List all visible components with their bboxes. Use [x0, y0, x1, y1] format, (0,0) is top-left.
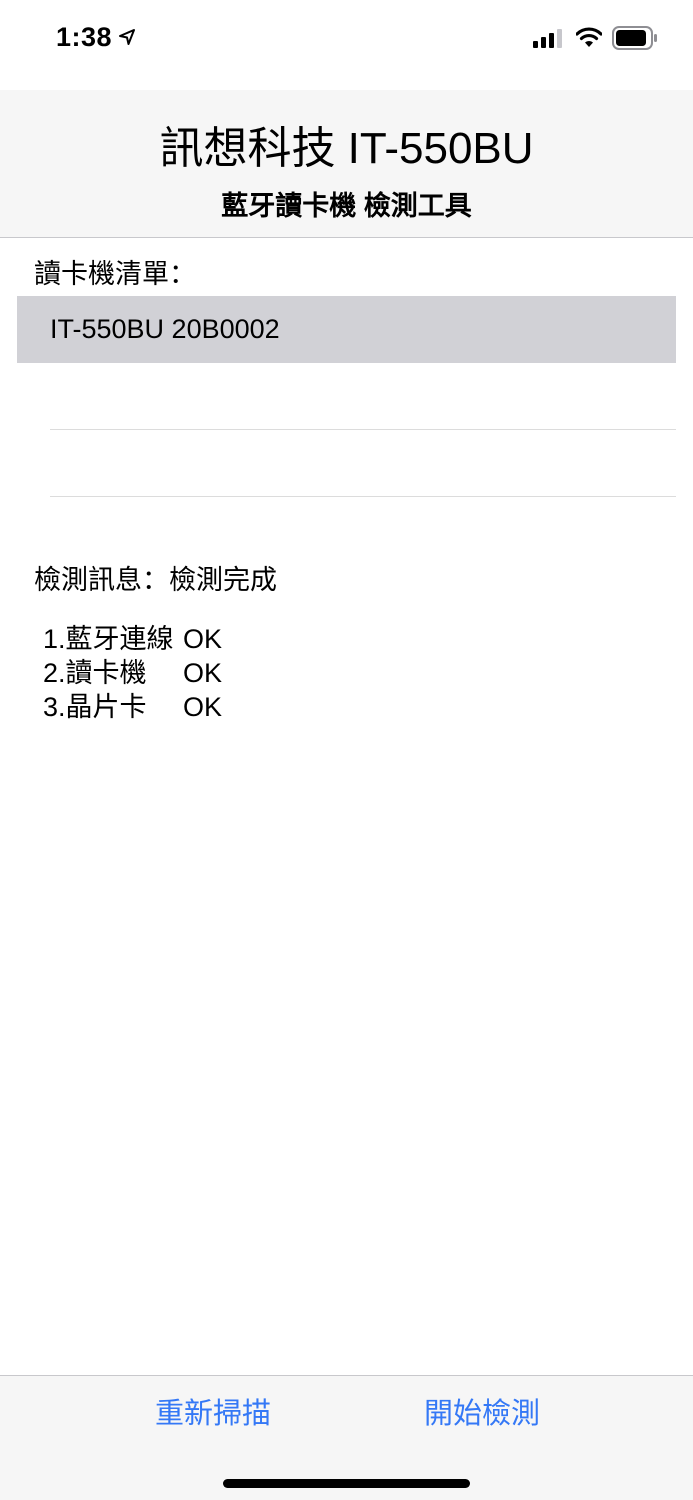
start-test-button[interactable]: 開始檢測 [424, 1390, 540, 1432]
check-name: 3.晶片卡 [43, 692, 147, 722]
rescan-button[interactable]: 重新掃描 [155, 1390, 271, 1432]
reader-list-item[interactable]: IT-550BU 20B0002 [17, 296, 676, 363]
check-status: OK [183, 624, 223, 654]
battery-icon [612, 26, 657, 50]
app-header: 訊想科技 IT-550BU 藍牙讀卡機 檢測工具 [0, 90, 693, 238]
app-subtitle: 藍牙讀卡機 檢測工具 [221, 191, 472, 221]
row-divider [50, 496, 676, 497]
status-bar: 1:38 [0, 0, 693, 90]
check-result-row: 2.讀卡機 OK [43, 656, 222, 690]
check-result-row: 3.晶片卡 OK [43, 690, 222, 724]
wifi-icon [576, 27, 602, 47]
detection-message: 檢測訊息：檢測完成 [34, 565, 277, 595]
reader-name: IT-550BU 20B0002 [50, 314, 280, 344]
check-name: 1.藍牙連線 [43, 624, 174, 654]
cellular-signal-icon [533, 29, 562, 48]
status-time: 1:38 [56, 22, 113, 52]
check-status: OK [183, 658, 223, 688]
reader-list: IT-550BU 20B0002 [17, 296, 676, 497]
reader-list-label: 讀卡機清單： [34, 259, 196, 289]
app-title: 訊想科技 IT-550BU [159, 124, 534, 173]
check-results: 1.藍牙連線 OK 2.讀卡機 OK 3.晶片卡 OK [43, 622, 222, 724]
location-arrow-icon [119, 29, 135, 45]
reader-list-item[interactable] [17, 363, 676, 430]
check-name: 2.讀卡機 [43, 658, 147, 688]
check-status: OK [183, 692, 223, 722]
home-indicator[interactable] [223, 1479, 470, 1488]
reader-list-item[interactable] [17, 430, 676, 497]
bottom-toolbar: 重新掃描 開始檢測 [0, 1375, 693, 1500]
check-result-row: 1.藍牙連線 OK [43, 622, 222, 656]
app-screen: 1:38 訊想科技 IT-550BU 藍牙讀卡機 檢測工具 讀卡機清單： IT-… [0, 0, 693, 1500]
